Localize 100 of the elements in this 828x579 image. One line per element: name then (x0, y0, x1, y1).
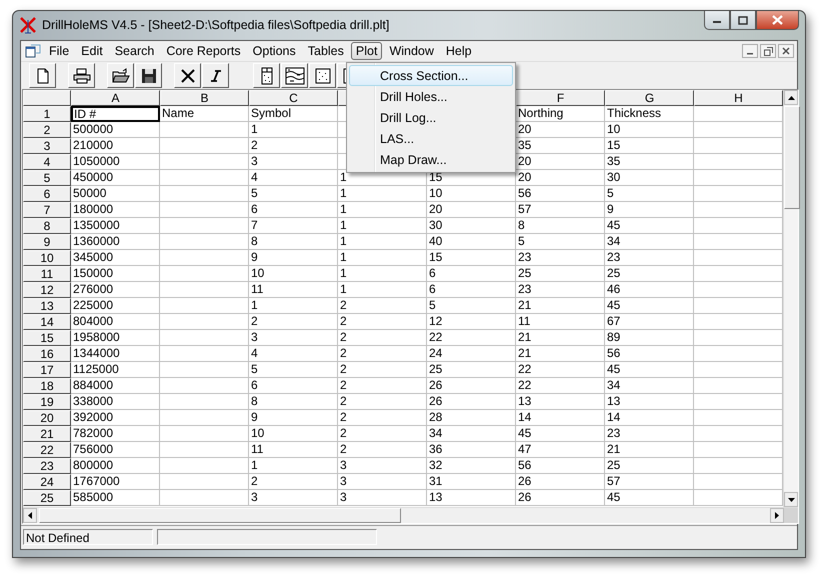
row-header[interactable]: 16 (23, 346, 71, 362)
column-header[interactable]: B (160, 90, 249, 106)
table-cell: 756000 (71, 442, 160, 458)
table-cell: 1 (338, 250, 427, 266)
table-cell: 392000 (71, 410, 160, 426)
row-header[interactable]: 8 (23, 218, 71, 234)
table-cell: 2 (338, 394, 427, 410)
row-header[interactable]: 10 (23, 250, 71, 266)
menu-item[interactable]: Map Draw... (349, 149, 513, 170)
table-cell: 30 (427, 218, 516, 234)
menu-item[interactable]: Help (440, 42, 477, 60)
table-cell: 8 (249, 234, 338, 250)
row-header[interactable]: 15 (23, 330, 71, 346)
row-header[interactable]: 22 (23, 442, 71, 458)
table-cell: 2 (338, 426, 427, 442)
menu-item[interactable]: Tables (302, 42, 349, 60)
menu-item[interactable]: Search (110, 42, 160, 60)
table-cell: 47 (516, 442, 605, 458)
row-header[interactable]: 17 (23, 362, 71, 378)
table-cell: 5 (249, 186, 338, 202)
row-header[interactable]: 23 (23, 458, 71, 474)
table-cell: 26 (427, 378, 516, 394)
table-cell: 10 (249, 426, 338, 442)
row-header[interactable]: 11 (23, 266, 71, 282)
menu-item[interactable]: Plot (350, 42, 382, 60)
table-cell: 56 (516, 458, 605, 474)
column-header[interactable]: H (694, 90, 783, 106)
table-cell: 1125000 (71, 362, 160, 378)
table-cell: 15 (605, 138, 694, 154)
table-cell: 500000 (71, 122, 160, 138)
row-header[interactable]: 21 (23, 426, 71, 442)
row-header[interactable]: 25 (23, 490, 71, 506)
table-cell: 6 (249, 202, 338, 218)
row-header[interactable]: 4 (23, 154, 71, 170)
row-header[interactable]: 20 (23, 410, 71, 426)
column-header[interactable]: F (516, 90, 605, 106)
table-cell: 6 (249, 378, 338, 394)
table-cell: 23 (605, 426, 694, 442)
table-cell: 1350000 (71, 218, 160, 234)
table-cell: 20 (427, 202, 516, 218)
row-header[interactable]: 7 (23, 202, 71, 218)
row-header[interactable]: 14 (23, 314, 71, 330)
table-cell: 22 (516, 378, 605, 394)
row-header[interactable]: 5 (23, 170, 71, 186)
table-cell: 10 (427, 186, 516, 202)
table-cell: 45 (605, 490, 694, 506)
table-cell: 34 (605, 378, 694, 394)
table-cell: 21 (605, 442, 694, 458)
row-header[interactable]: 6 (23, 186, 71, 202)
row-header[interactable]: 3 (23, 138, 71, 154)
table-cell: 36 (427, 442, 516, 458)
table-cell: 12 (427, 314, 516, 330)
menu-item[interactable]: Core Reports (161, 42, 246, 60)
row-header[interactable]: 24 (23, 474, 71, 490)
table-cell: 804000 (71, 314, 160, 330)
row-header[interactable]: 9 (23, 234, 71, 250)
table-cell: 14 (516, 410, 605, 426)
menu-item[interactable]: File (44, 42, 74, 60)
menu-item[interactable]: Window (384, 42, 439, 60)
table-cell: 6 (427, 282, 516, 298)
table-cell: 15 (427, 250, 516, 266)
table-cell: 11 (249, 282, 338, 298)
table-cell: 21 (516, 346, 605, 362)
row-header[interactable]: 2 (23, 122, 71, 138)
menu-item[interactable]: Drill Holes... (349, 86, 513, 107)
table-cell: 3 (249, 490, 338, 506)
table-cell: 180000 (71, 202, 160, 218)
menu-item[interactable]: Edit (76, 42, 108, 60)
table-cell: 1344000 (71, 346, 160, 362)
table-cell: 14 (605, 410, 694, 426)
row-header[interactable]: 18 (23, 378, 71, 394)
table-cell: 276000 (71, 282, 160, 298)
table-cell: Name (160, 106, 249, 122)
table-cell: 10 (249, 266, 338, 282)
table-cell: 35 (605, 154, 694, 170)
column-header[interactable]: A (71, 90, 160, 106)
table-cell: 20 (516, 170, 605, 186)
table-cell: 11 (516, 314, 605, 330)
row-header[interactable]: 19 (23, 394, 71, 410)
column-header[interactable]: G (605, 90, 694, 106)
menu-item[interactable]: Drill Log... (349, 107, 513, 128)
row-header[interactable]: 1 (23, 106, 71, 122)
menu-item[interactable]: Cross Section... (349, 65, 513, 86)
table-cell: 8 (516, 218, 605, 234)
table-cell: 1050000 (71, 154, 160, 170)
table-cell: 9 (249, 410, 338, 426)
table-cell: 9 (605, 202, 694, 218)
table-cell: 2 (338, 362, 427, 378)
table-cell: 1958000 (71, 330, 160, 346)
column-header[interactable]: C (249, 90, 338, 106)
table-cell: 21 (516, 330, 605, 346)
row-header[interactable]: 13 (23, 298, 71, 314)
menu-item[interactable]: LAS... (349, 128, 513, 149)
table-cell: 6 (427, 266, 516, 282)
table-cell: 1 (338, 282, 427, 298)
table-cell: 13 (516, 394, 605, 410)
menu-item[interactable]: Options (248, 42, 301, 60)
table-cell: 28 (427, 410, 516, 426)
table-cell: 3 (338, 490, 427, 506)
row-header[interactable]: 12 (23, 282, 71, 298)
